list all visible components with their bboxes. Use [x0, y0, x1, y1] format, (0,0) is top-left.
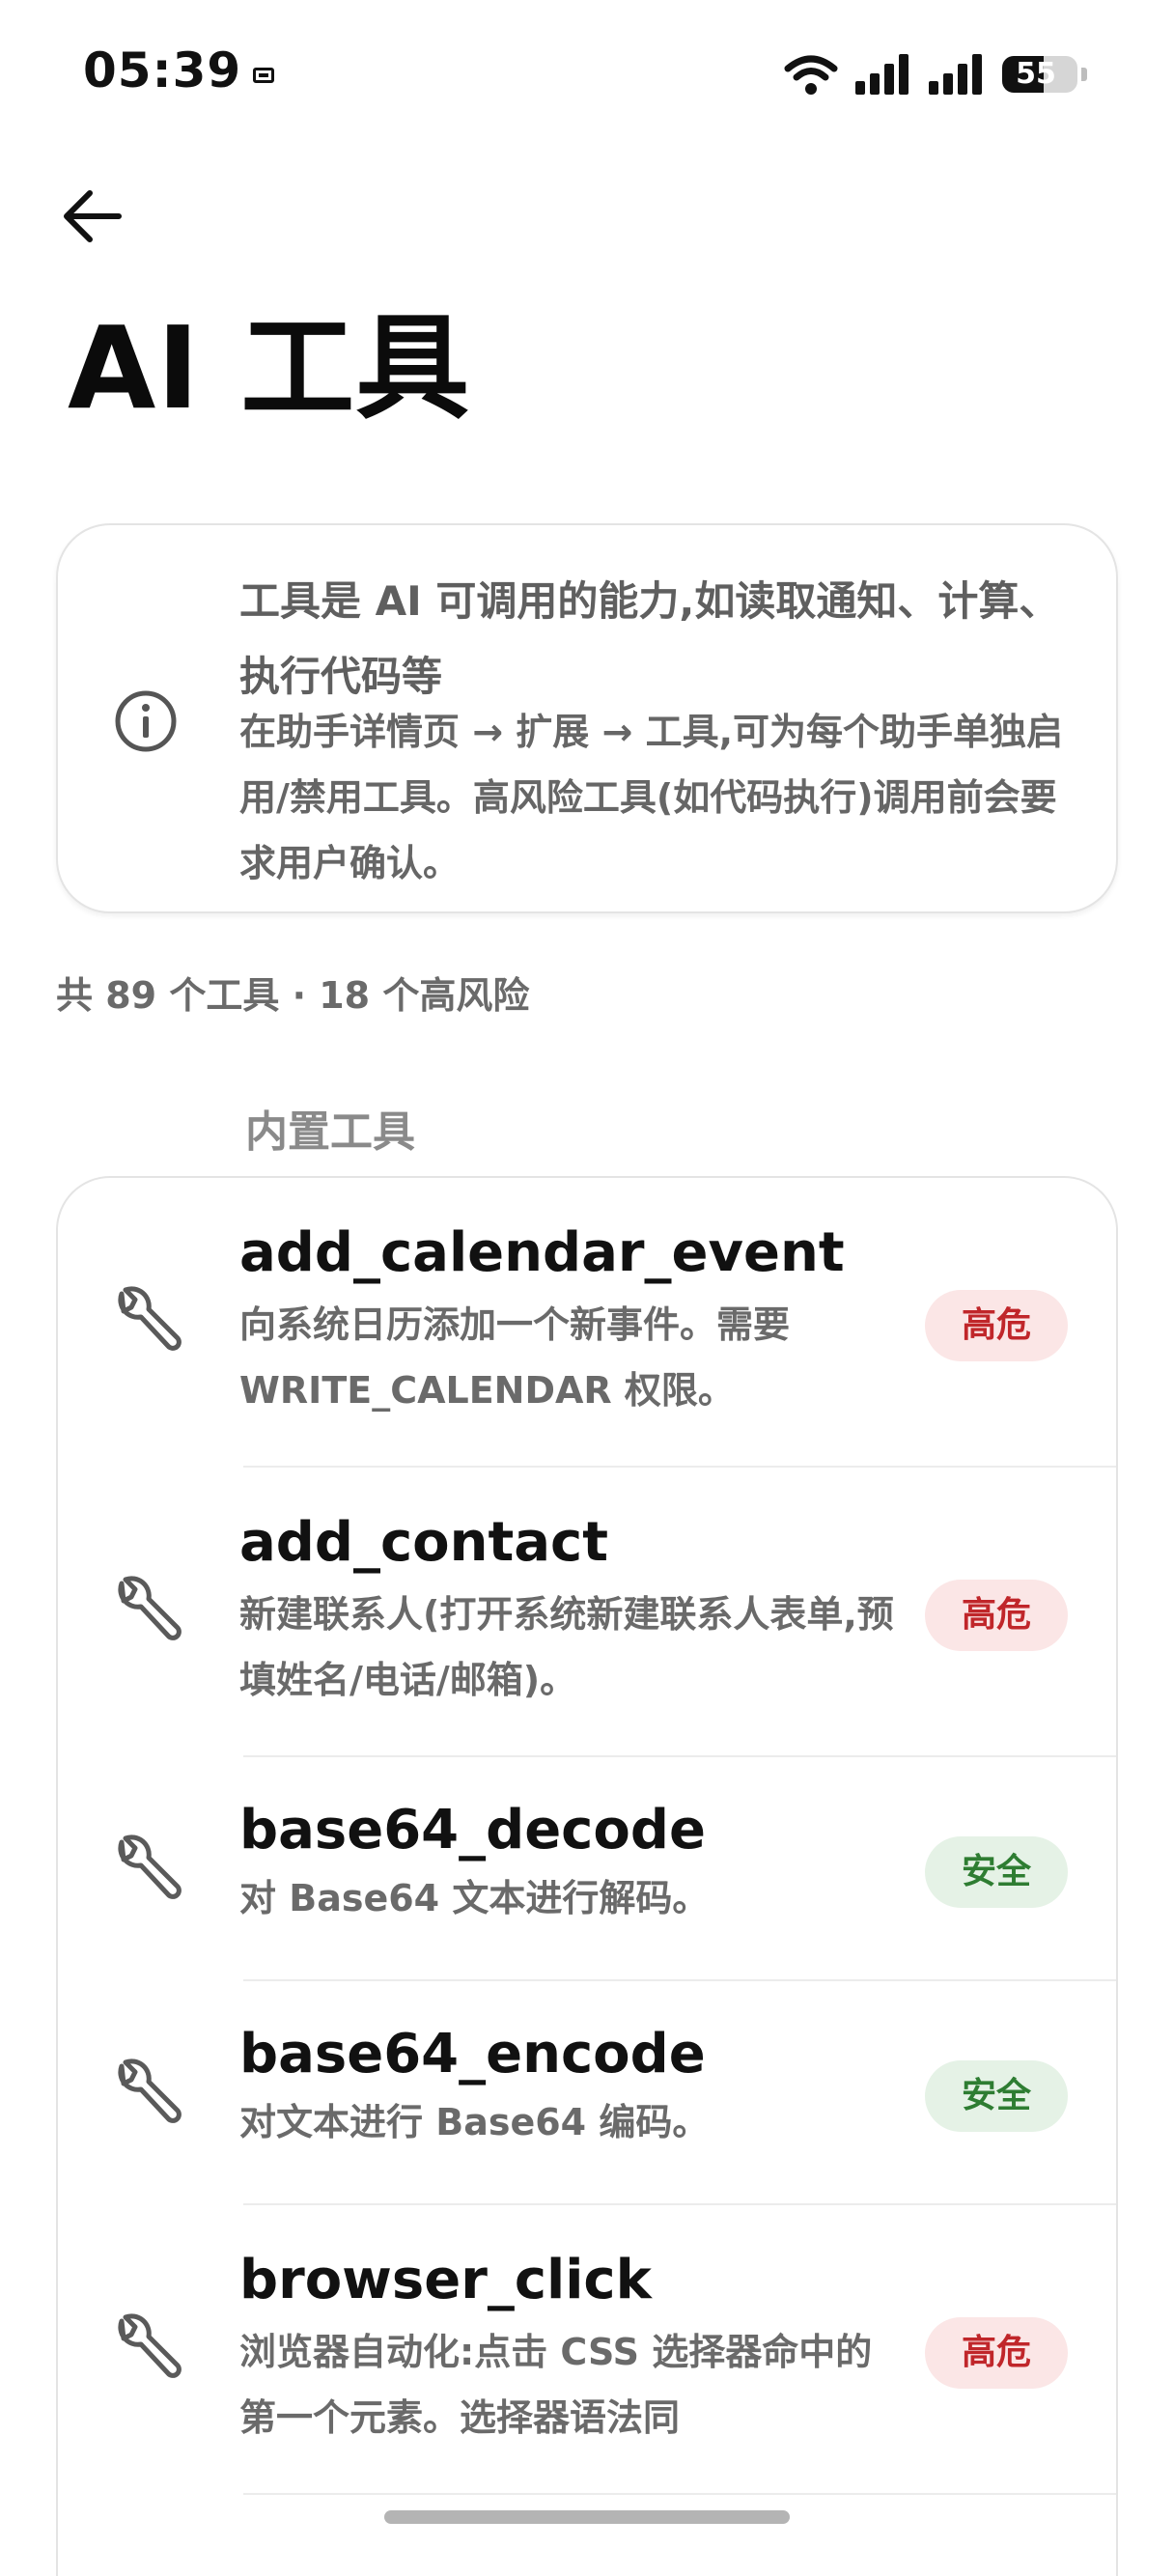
info-card: 工具是 AI 可调用的能力,如读取通知、计算、执行代码等 在助手详情页 → 扩展… [56, 523, 1118, 913]
section-label: 内置工具 [245, 1107, 415, 1157]
tool-name: browser_click [239, 2249, 652, 2311]
info-icon [115, 690, 177, 752]
battery-tip [1081, 68, 1087, 81]
wrench-icon [118, 1576, 182, 1640]
tool-row-base64-encode[interactable]: base64_encode 对文本进行 Base64 编码。 安全 [58, 1981, 1116, 2205]
risk-badge: 高危 [925, 1290, 1068, 1361]
status-bar: 05:39 55 [0, 0, 1174, 145]
tool-desc: 向系统日历添加一个新事件。需要 WRITE_CALENDAR 权限。 [239, 1303, 791, 1412]
wifi-icon [784, 53, 838, 96]
tool-desc: 浏览器自动化:点击 CSS 选择器命中的第一个元素。选择器语法同 [239, 2331, 873, 2439]
battery-level: 55 [1016, 57, 1056, 91]
risk-badge: 高危 [925, 1580, 1068, 1651]
status-icons: 55 [784, 50, 1087, 98]
wrench-icon [118, 2313, 182, 2378]
status-time: 05:39 [83, 42, 242, 98]
wrench-icon [118, 2058, 182, 2123]
divider [243, 2493, 1116, 2495]
tool-row-base64-decode[interactable]: base64_decode 对 Base64 文本进行解码。 安全 [58, 1757, 1116, 1981]
info-sub-text: 在助手详情页 → 扩展 → 工具,可为每个助手单独启用/禁用工具。高风险工具(如… [239, 711, 1064, 884]
tool-name: base64_encode [239, 2023, 706, 2086]
info-main-text: 工具是 AI 可调用的能力,如读取通知、计算、执行代码等 [239, 577, 1060, 700]
tool-desc: 对文本进行 Base64 编码。 [239, 2101, 710, 2143]
wrench-icon [118, 1286, 182, 1351]
wrench-icon [118, 1834, 182, 1899]
signal-icon [855, 54, 911, 95]
risk-badge: 高危 [925, 2317, 1068, 2389]
tool-desc: 对 Base64 文本进行解码。 [239, 1877, 710, 1919]
signal-icon-2 [929, 54, 985, 95]
arrow-left-icon [64, 190, 122, 242]
battery-icon: 55 [1002, 56, 1077, 93]
tool-name: add_contact [239, 1511, 609, 1574]
tool-row-add-contact[interactable]: add_contact 新建联系人(打开系统新建联系人表单,预填姓名/电话/邮箱… [58, 1468, 1116, 1757]
tool-name: add_calendar_event [239, 1221, 845, 1284]
home-indicator[interactable] [384, 2510, 790, 2524]
tool-summary: 共 89 个工具 · 18 个高风险 [56, 974, 530, 1017]
risk-badge: 安全 [925, 1836, 1068, 1908]
sim-icon [253, 68, 274, 83]
tool-list: add_calendar_event 向系统日历添加一个新事件。需要 WRITE… [56, 1176, 1118, 2576]
tool-name: base64_decode [239, 1799, 706, 1862]
risk-badge: 安全 [925, 2060, 1068, 2132]
tool-row-browser-click[interactable]: browser_click 浏览器自动化:点击 CSS 选择器命中的第一个元素。… [58, 2205, 1116, 2495]
tool-row-add-calendar-event[interactable]: add_calendar_event 向系统日历添加一个新事件。需要 WRITE… [58, 1178, 1116, 1468]
tool-desc: 新建联系人(打开系统新建联系人表单,预填姓名/电话/邮箱)。 [239, 1593, 894, 1701]
back-button[interactable] [54, 178, 131, 255]
page-title: AI 工具 [68, 301, 471, 434]
